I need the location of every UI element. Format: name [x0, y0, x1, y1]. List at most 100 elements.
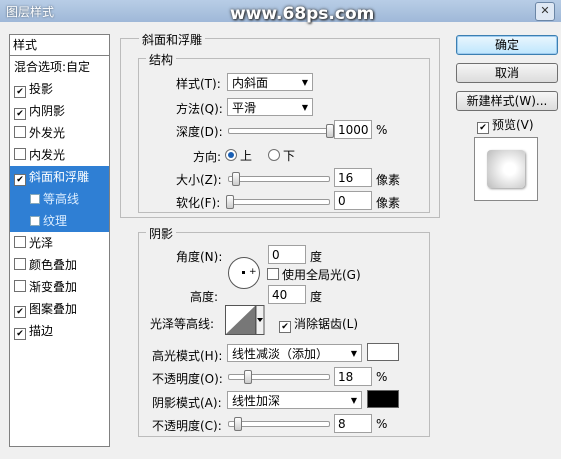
- shadow-color-swatch[interactable]: [367, 390, 399, 408]
- chevron-down-icon: ▼: [350, 396, 357, 405]
- soften-slider[interactable]: [226, 195, 330, 209]
- cancel-button[interactable]: 取消: [456, 63, 558, 83]
- shadow-opacity-label: 不透明度(C):: [152, 419, 222, 433]
- new-style-button[interactable]: 新建样式(W)...: [456, 91, 558, 111]
- checkbox-checked: ✔: [477, 122, 489, 134]
- depth-slider-thumb[interactable]: [326, 124, 334, 138]
- style-item[interactable]: 颜色叠加: [10, 254, 109, 276]
- checkbox-checked[interactable]: ✔: [14, 108, 26, 120]
- checkbox-checked[interactable]: ✔: [14, 86, 26, 98]
- soften-label: 软化(F):: [176, 196, 221, 210]
- highlight-opacity-slider[interactable]: [228, 370, 330, 384]
- style-item-label: 外发光: [29, 126, 66, 140]
- angle-input[interactable]: 0: [268, 245, 306, 264]
- size-slider[interactable]: [228, 172, 330, 186]
- style-item[interactable]: 光泽: [10, 232, 109, 254]
- window-title: 图层样式: [6, 5, 55, 19]
- altitude-label: 高度:: [190, 290, 219, 304]
- style-item[interactable]: 等高线: [10, 188, 109, 210]
- angle-unit: 度: [310, 250, 323, 264]
- highlight-mode-label: 高光模式(H):: [152, 349, 223, 363]
- style-item[interactable]: 外发光: [10, 122, 109, 144]
- highlight-color-swatch[interactable]: [367, 343, 399, 361]
- style-item-label: 图案叠加: [29, 302, 78, 316]
- style-preview: [474, 137, 538, 201]
- contour-preview-icon: [225, 305, 265, 335]
- style-item-label: 描边: [29, 324, 54, 338]
- angle-label: 角度(N):: [176, 250, 223, 264]
- checkbox-checked: ✔: [279, 321, 291, 333]
- style-item-label: 斜面和浮雕: [29, 170, 90, 184]
- shadow-mode-label: 阴影模式(A):: [152, 396, 222, 410]
- method-select[interactable]: 平滑 ▼: [227, 98, 313, 116]
- antialias-checkbox[interactable]: ✔ 消除锯齿(L): [279, 315, 358, 333]
- angle-dial[interactable]: +: [228, 257, 260, 289]
- depth-slider[interactable]: [228, 124, 334, 138]
- style-item-label: 颜色叠加: [29, 258, 78, 272]
- checkbox[interactable]: [14, 280, 26, 292]
- style-select[interactable]: 内斜面 ▼: [227, 73, 313, 91]
- soften-input[interactable]: 0: [334, 191, 372, 210]
- style-item[interactable]: ✔ 描边: [10, 320, 109, 342]
- shading-title: 阴影: [146, 225, 177, 242]
- style-item[interactable]: ✔ 图案叠加: [10, 298, 109, 320]
- highlight-mode-select[interactable]: 线性减淡（添加） ▼: [227, 344, 362, 362]
- close-button[interactable]: ✕: [535, 2, 555, 21]
- shadow-mode-select[interactable]: 线性加深 ▼: [227, 391, 362, 409]
- checkbox[interactable]: [14, 236, 26, 248]
- structure-title: 结构: [146, 51, 177, 68]
- styles-list: 样式 混合选项:自定 ✔ 投影 ✔ 内阴影 外发光 内发光 ✔ 斜面和浮雕 等高线 纹理 光泽 颜色叠…: [9, 34, 110, 447]
- size-input[interactable]: 16: [334, 168, 372, 187]
- preview-swatch: [487, 150, 525, 188]
- checkbox-checked[interactable]: ✔: [14, 174, 26, 186]
- checkbox[interactable]: [14, 258, 26, 270]
- gloss-contour-picker[interactable]: [225, 305, 265, 335]
- style-item[interactable]: ✔ 内阴影: [10, 100, 109, 122]
- checkbox[interactable]: [14, 148, 26, 160]
- highlight-opacity-thumb[interactable]: [244, 370, 252, 384]
- chevron-down-icon: ▼: [350, 349, 357, 358]
- style-label: 样式(T):: [176, 77, 221, 91]
- checkbox[interactable]: [14, 126, 26, 138]
- direction-label: 方向:: [193, 150, 222, 164]
- shadow-opacity-unit: %: [376, 417, 388, 431]
- preview-checkbox[interactable]: ✔ 预览(V): [477, 116, 534, 134]
- depth-input[interactable]: 1000: [334, 120, 372, 139]
- global-light-checkbox[interactable]: 使用全局光(G): [267, 266, 361, 283]
- style-item-label: 光泽: [29, 236, 54, 250]
- style-item[interactable]: 内发光: [10, 144, 109, 166]
- size-slider-thumb[interactable]: [232, 172, 240, 186]
- ok-button[interactable]: 确定: [456, 35, 558, 55]
- style-item-label: 纹理: [43, 214, 68, 228]
- watermark: www.68ps.com: [230, 4, 375, 24]
- depth-unit: %: [376, 123, 388, 137]
- altitude-unit: 度: [310, 290, 323, 304]
- checkbox: [267, 268, 279, 280]
- style-item[interactable]: 纹理: [10, 210, 109, 232]
- checkbox-checked[interactable]: ✔: [14, 328, 26, 340]
- highlight-opacity-unit: %: [376, 370, 388, 384]
- checkbox-checked[interactable]: ✔: [14, 306, 26, 318]
- style-item[interactable]: ✔ 斜面和浮雕: [10, 166, 109, 188]
- altitude-input[interactable]: 40: [268, 285, 306, 304]
- shadow-opacity-input[interactable]: 8: [334, 414, 372, 433]
- direction-up-radio[interactable]: 上: [225, 147, 252, 164]
- chevron-down-icon: ▼: [301, 103, 308, 112]
- gloss-contour-label: 光泽等高线:: [150, 317, 215, 331]
- checkbox[interactable]: [30, 194, 40, 204]
- style-item-label: 内阴影: [29, 104, 66, 118]
- style-item[interactable]: ✔ 投影: [10, 78, 109, 100]
- highlight-opacity-input[interactable]: 18: [334, 367, 372, 386]
- style-item[interactable]: 渐变叠加: [10, 276, 109, 298]
- soften-slider-thumb[interactable]: [226, 195, 234, 209]
- shadow-opacity-slider[interactable]: [228, 417, 330, 431]
- styles-header[interactable]: 样式: [10, 35, 109, 56]
- method-label: 方法(Q):: [176, 102, 223, 116]
- checkbox[interactable]: [30, 216, 40, 226]
- size-label: 大小(Z):: [176, 173, 222, 187]
- blending-options[interactable]: 混合选项:自定: [10, 56, 109, 78]
- soften-unit: 像素: [376, 196, 401, 210]
- direction-down-radio[interactable]: 下: [268, 147, 295, 164]
- shadow-opacity-thumb[interactable]: [234, 417, 242, 431]
- bevel-emboss-title: 斜面和浮雕: [139, 31, 206, 48]
